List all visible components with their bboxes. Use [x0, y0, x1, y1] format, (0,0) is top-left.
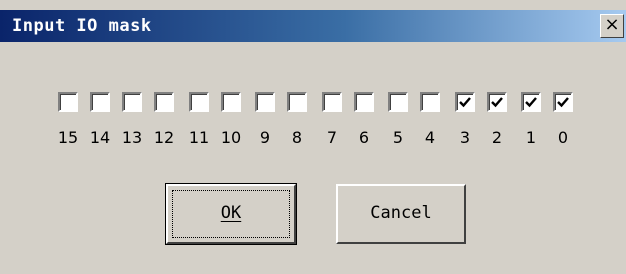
bit-label: 7: [326, 128, 338, 147]
bit-checkbox[interactable]: [455, 92, 475, 112]
bit-8[interactable]: 8: [287, 92, 319, 152]
bit-checkbox[interactable]: [420, 92, 440, 112]
title-bar[interactable]: Input IO mask ×: [0, 10, 626, 42]
bit-0[interactable]: 0: [553, 92, 585, 152]
bit-checkbox[interactable]: [255, 92, 275, 112]
ok-button[interactable]: OK: [165, 183, 297, 245]
bit-checkbox[interactable]: [521, 92, 541, 112]
bit-checkbox[interactable]: [553, 92, 573, 112]
bit-label: 8: [291, 128, 303, 147]
bit-checkbox[interactable]: [487, 92, 507, 112]
bit-label: 12: [153, 128, 175, 147]
checkmark-icon: [459, 97, 471, 108]
bit-checkbox[interactable]: [58, 92, 78, 112]
bit-label: 9: [259, 128, 271, 147]
close-button[interactable]: ×: [600, 14, 624, 38]
checkmark-icon: [525, 97, 537, 108]
bit-label: 6: [358, 128, 370, 147]
bit-checkbox[interactable]: [154, 92, 174, 112]
bit-label: 13: [121, 128, 143, 147]
checkmark-icon: [491, 97, 503, 108]
checkmark-icon: [557, 97, 569, 108]
bit-checkbox[interactable]: [221, 92, 241, 112]
io-mask-dialog: Input IO mask × 15 14 13 12 11 10 9 8 7 …: [0, 0, 626, 274]
bit-label: 4: [424, 128, 436, 147]
bit-label: 15: [57, 128, 79, 147]
bit-checkbox-row: 15 14 13 12 11 10 9 8 7 6 5 4 3 2 1 0: [58, 92, 588, 152]
bit-label: 11: [188, 128, 210, 147]
bit-label: 14: [89, 128, 111, 147]
bit-checkbox[interactable]: [354, 92, 374, 112]
window-title: Input IO mask: [12, 16, 152, 36]
bit-checkbox[interactable]: [388, 92, 408, 112]
bit-label: 1: [525, 128, 537, 147]
bit-checkbox[interactable]: [287, 92, 307, 112]
bit-label: 2: [491, 128, 503, 147]
bit-label: 3: [459, 128, 471, 147]
bit-12[interactable]: 12: [154, 92, 186, 152]
bit-label: 10: [220, 128, 242, 147]
ok-button-label: OK: [220, 203, 242, 223]
bit-checkbox[interactable]: [322, 92, 342, 112]
bit-label: 5: [392, 128, 404, 147]
bit-label: 0: [557, 128, 569, 147]
bit-checkbox[interactable]: [189, 92, 209, 112]
bit-checkbox[interactable]: [90, 92, 110, 112]
cancel-button[interactable]: Cancel: [336, 184, 466, 244]
bit-4[interactable]: 4: [420, 92, 452, 152]
bit-checkbox[interactable]: [122, 92, 142, 112]
cancel-button-label: Cancel: [370, 203, 432, 223]
close-icon: ×: [604, 14, 620, 35]
